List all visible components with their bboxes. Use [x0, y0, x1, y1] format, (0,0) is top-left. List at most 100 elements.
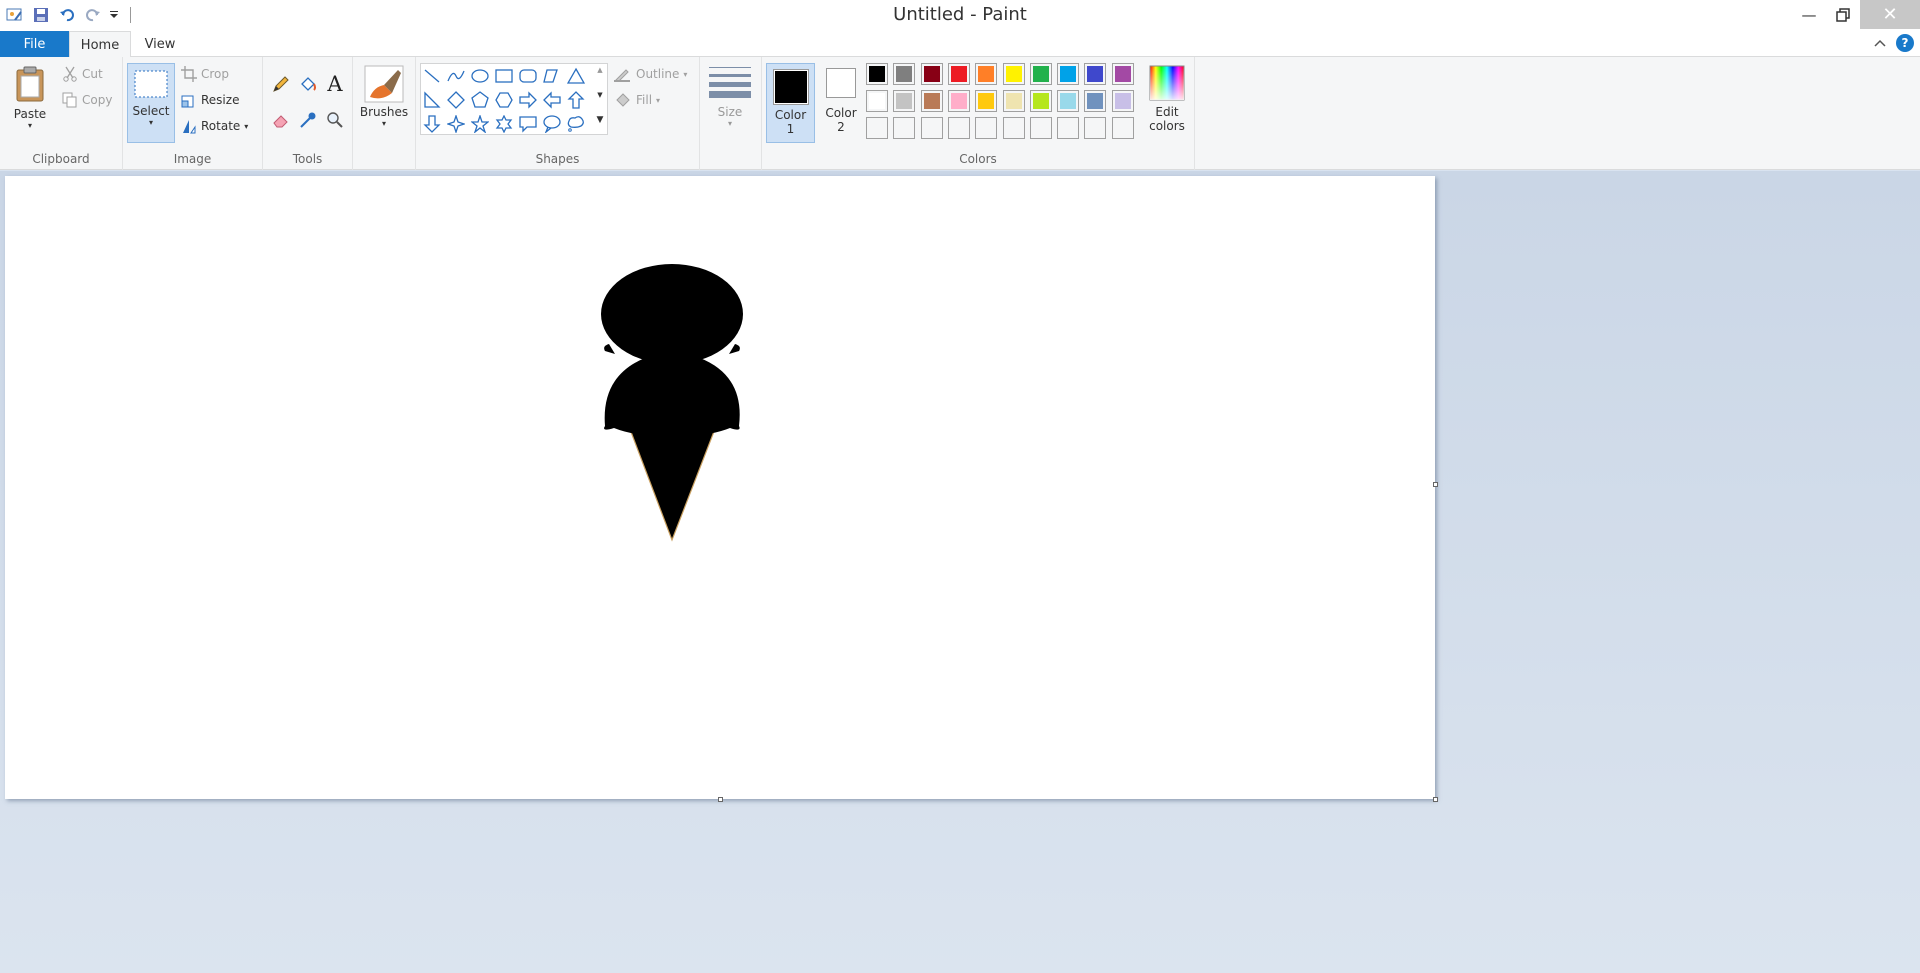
- select-dropdown-icon[interactable]: ▾: [149, 118, 153, 127]
- brushes-button[interactable]: Brushes ▾: [358, 65, 410, 128]
- rounded-rectangle-shape-icon[interactable]: [517, 65, 539, 87]
- rectangle-shape-icon[interactable]: [493, 65, 515, 87]
- outline-button[interactable]: Outline ▾: [614, 66, 687, 82]
- palette-swatch[interactable]: [893, 90, 916, 112]
- collapse-ribbon-icon[interactable]: [1874, 36, 1886, 50]
- magnifier-icon[interactable]: [324, 109, 346, 131]
- right-triangle-shape-icon[interactable]: [421, 89, 443, 111]
- triangle-shape-icon[interactable]: [565, 65, 587, 87]
- palette-swatch[interactable]: [866, 117, 888, 139]
- palette-swatch[interactable]: [866, 63, 888, 85]
- palette-swatch[interactable]: [1084, 90, 1107, 112]
- palette-swatch[interactable]: [947, 117, 970, 139]
- palette-swatch[interactable]: [947, 90, 970, 112]
- size-button[interactable]: Size ▾: [708, 65, 752, 128]
- crop-button[interactable]: Crop: [181, 66, 229, 82]
- canvas-resize-handle-right[interactable]: [1433, 482, 1438, 487]
- color2-button[interactable]: Color 2: [818, 64, 864, 134]
- copy-button[interactable]: Copy: [62, 92, 112, 108]
- palette-swatch[interactable]: [1111, 63, 1134, 85]
- paste-dropdown-icon[interactable]: ▾: [28, 121, 32, 130]
- color1-button[interactable]: Color 1: [766, 63, 815, 143]
- save-icon[interactable]: [30, 4, 52, 26]
- cloud-callout-shape-icon[interactable]: [565, 113, 587, 135]
- palette-swatch-fill: [1114, 66, 1131, 82]
- close-icon[interactable]: ✕: [1860, 0, 1920, 29]
- palette-swatch[interactable]: [975, 117, 998, 139]
- palette-swatch[interactable]: [1057, 63, 1080, 85]
- pencil-icon[interactable]: [270, 73, 292, 95]
- fill-bucket-icon[interactable]: [297, 73, 319, 95]
- palette-swatch[interactable]: [1084, 117, 1107, 139]
- rectangular-callout-shape-icon[interactable]: [517, 113, 539, 135]
- restore-icon[interactable]: [1826, 0, 1860, 29]
- palette-swatch[interactable]: [1002, 63, 1025, 85]
- rotate-button[interactable]: Rotate ▾: [181, 118, 248, 134]
- polygon-shape-icon[interactable]: [541, 65, 563, 87]
- size-dropdown-icon[interactable]: ▾: [728, 119, 732, 128]
- six-point-star-shape-icon[interactable]: [493, 113, 515, 135]
- tab-file[interactable]: File: [0, 31, 69, 57]
- edit-colors-label-line2: colors: [1149, 119, 1185, 133]
- customize-toolbar-icon[interactable]: [108, 4, 120, 26]
- minimize-icon[interactable]: —: [1792, 0, 1826, 29]
- palette-swatch[interactable]: [975, 90, 998, 112]
- outline-dropdown-icon[interactable]: ▾: [683, 70, 687, 79]
- palette-swatch[interactable]: [1002, 117, 1025, 139]
- down-arrow-shape-icon[interactable]: [421, 113, 443, 135]
- palette-swatch[interactable]: [1029, 63, 1052, 85]
- palette-swatch[interactable]: [893, 117, 916, 139]
- select-button[interactable]: Select ▾: [127, 63, 175, 143]
- tab-view[interactable]: View: [131, 31, 189, 58]
- five-point-star-shape-icon[interactable]: [469, 113, 491, 135]
- palette-swatch[interactable]: [920, 117, 943, 139]
- shapes-scroll-down-icon[interactable]: ▼: [594, 91, 606, 99]
- brushes-dropdown-icon[interactable]: ▾: [382, 119, 386, 128]
- diamond-shape-icon[interactable]: [445, 89, 467, 111]
- shapes-scroll-up-icon[interactable]: ▲: [594, 66, 606, 74]
- rotate-dropdown-icon[interactable]: ▾: [244, 122, 248, 131]
- help-icon[interactable]: ?: [1896, 34, 1914, 52]
- palette-swatch[interactable]: [1029, 90, 1052, 112]
- palette-swatch[interactable]: [947, 63, 970, 85]
- palette-swatch[interactable]: [975, 63, 998, 85]
- up-arrow-shape-icon[interactable]: [565, 89, 587, 111]
- palette-swatch[interactable]: [1029, 117, 1052, 139]
- palette-swatch[interactable]: [920, 63, 943, 85]
- canvas-resize-handle-corner[interactable]: [1433, 797, 1438, 802]
- pentagon-shape-icon[interactable]: [469, 89, 491, 111]
- left-arrow-shape-icon[interactable]: [541, 89, 563, 111]
- cut-button[interactable]: Cut: [62, 66, 103, 82]
- edit-colors-button[interactable]: Edit colors: [1144, 65, 1190, 133]
- palette-swatch[interactable]: [920, 90, 943, 112]
- oval-callout-shape-icon[interactable]: [541, 113, 563, 135]
- palette-swatch[interactable]: [1084, 63, 1107, 85]
- tab-home[interactable]: Home: [69, 31, 131, 58]
- curve-shape-icon[interactable]: [445, 65, 467, 87]
- hexagon-shape-icon[interactable]: [493, 89, 515, 111]
- fill-button[interactable]: Fill ▾: [614, 92, 660, 108]
- oval-shape-icon[interactable]: [469, 65, 491, 87]
- right-arrow-shape-icon[interactable]: [517, 89, 539, 111]
- undo-icon[interactable]: [56, 4, 78, 26]
- palette-swatch[interactable]: [1111, 117, 1134, 139]
- color-picker-icon[interactable]: [297, 109, 319, 131]
- canvas-resize-handle-bottom[interactable]: [718, 797, 723, 802]
- palette-swatch[interactable]: [893, 63, 916, 85]
- four-point-star-shape-icon[interactable]: [445, 113, 467, 135]
- paint-app-icon[interactable]: [4, 4, 26, 26]
- resize-button[interactable]: Resize: [181, 92, 239, 108]
- palette-swatch[interactable]: [1111, 90, 1134, 112]
- palette-swatch[interactable]: [866, 90, 888, 112]
- palette-swatch[interactable]: [1057, 117, 1080, 139]
- palette-swatch[interactable]: [1057, 90, 1080, 112]
- eraser-icon[interactable]: [270, 109, 292, 131]
- paste-button[interactable]: Paste ▾: [10, 65, 50, 130]
- shapes-more-icon[interactable]: ▼: [594, 115, 606, 125]
- fill-dropdown-icon[interactable]: ▾: [656, 96, 660, 105]
- redo-icon[interactable]: [82, 4, 104, 26]
- line-shape-icon[interactable]: [421, 65, 443, 87]
- drawing-canvas[interactable]: [5, 176, 1438, 802]
- text-tool-icon[interactable]: A: [324, 72, 346, 96]
- palette-swatch[interactable]: [1002, 90, 1025, 112]
